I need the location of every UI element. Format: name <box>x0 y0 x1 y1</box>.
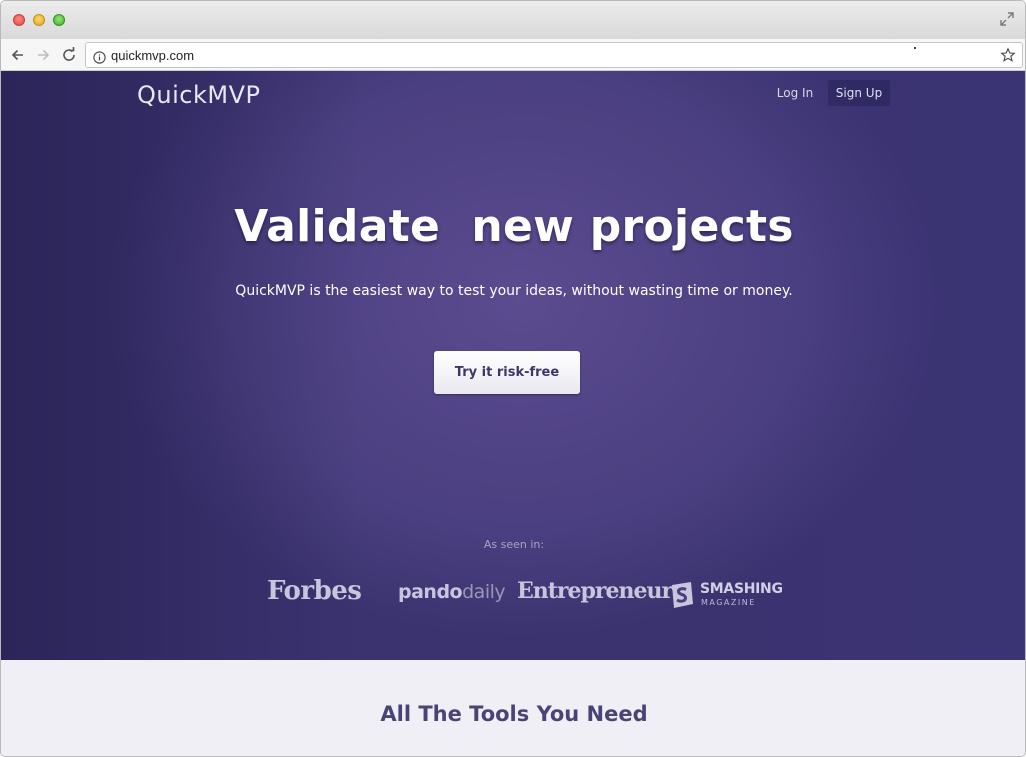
smashing-subtitle: MAGAZINE <box>701 598 756 607</box>
entrepreneur-logo: Entrepreneur <box>517 578 673 604</box>
title-bar <box>1 1 1025 39</box>
pandodaily-logo: pandodaily <box>398 581 506 603</box>
back-arrow-icon[interactable] <box>8 45 28 65</box>
forward-arrow-icon[interactable] <box>33 45 53 65</box>
url-bar-mark <box>914 47 916 49</box>
hero-section: QuickMVP Log In Sign Up Validate new pro… <box>1 71 1025 660</box>
close-window-button[interactable] <box>13 14 25 26</box>
as-seen-in-label: As seen in: <box>483 538 545 551</box>
reload-icon[interactable] <box>59 45 79 65</box>
info-icon[interactable] <box>93 49 106 64</box>
zoom-window-button[interactable] <box>53 14 65 26</box>
hero-subheadline: QuickMVP is the easiest way to test your… <box>235 283 793 299</box>
minimize-window-button[interactable] <box>33 14 45 26</box>
try-risk-free-button[interactable]: Try it risk-free <box>434 351 580 394</box>
tools-section-title: All The Tools You Need <box>380 702 648 726</box>
smashing-s-icon <box>669 581 695 609</box>
browser-window: quickmvp.com QuickMVP Log In Sign Up Val… <box>0 0 1026 757</box>
forbes-logo: Forbes <box>267 576 362 606</box>
tools-section: All The Tools You Need <box>1 660 1025 756</box>
smashing-magazine-logo: SMASHING MAGAZINE <box>669 579 789 611</box>
signup-button[interactable]: Sign Up <box>828 80 890 106</box>
site-logo[interactable]: QuickMVP <box>137 81 260 109</box>
login-link[interactable]: Log In <box>769 80 821 106</box>
bookmark-star-icon[interactable] <box>1000 47 1016 63</box>
pando-wordmark-strong: pando <box>398 581 463 603</box>
hero-headline: Validate new projects <box>234 201 794 252</box>
smashing-title: SMASHING <box>700 581 783 597</box>
browser-toolbar: quickmvp.com <box>1 39 1025 71</box>
fullscreen-icon[interactable] <box>999 11 1015 27</box>
address-bar[interactable]: quickmvp.com <box>85 42 1023 68</box>
url-text[interactable]: quickmvp.com <box>111 48 194 63</box>
pando-wordmark-light: daily <box>462 581 506 603</box>
